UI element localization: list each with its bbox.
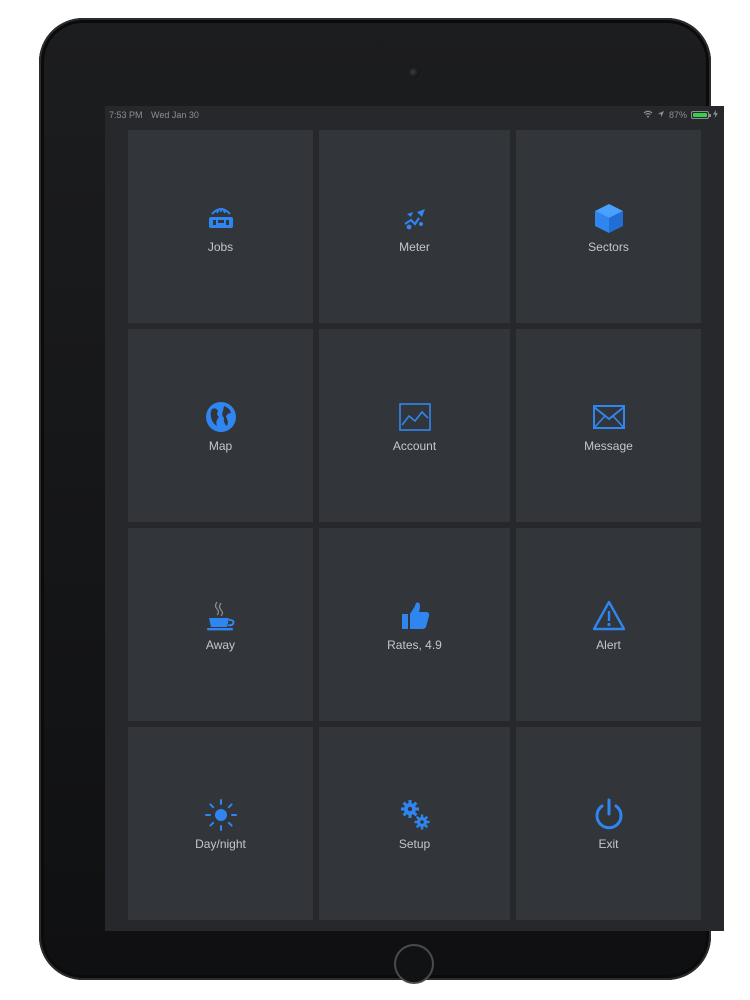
- coffee-cup-icon: [203, 598, 239, 634]
- tile-label: Jobs: [207, 239, 234, 254]
- tile-map[interactable]: Map: [128, 329, 313, 522]
- tile-exit[interactable]: Exit: [516, 727, 701, 920]
- status-right: 87%: [643, 106, 718, 124]
- gears-icon: [397, 797, 433, 833]
- warning-icon: [591, 598, 627, 634]
- battery-icon: [691, 111, 711, 119]
- tablet-device: 7:53 PM Wed Jan 30 87% Jobs Meter Sector…: [39, 18, 724, 984]
- tile-jobs[interactable]: Jobs: [128, 130, 313, 323]
- tile-label: Meter: [399, 239, 430, 254]
- tile-alert[interactable]: Alert: [516, 528, 701, 721]
- tile-label: Away: [205, 637, 236, 652]
- status-date: Wed Jan 30: [151, 110, 199, 120]
- location-arrow-icon: [657, 106, 665, 124]
- status-bar: 7:53 PM Wed Jan 30 87%: [105, 106, 724, 124]
- charging-icon: [713, 106, 718, 124]
- front-camera: [409, 68, 419, 78]
- tile-sectors[interactable]: Sectors: [516, 130, 701, 323]
- home-button[interactable]: [394, 944, 434, 984]
- thumbs-up-icon: [397, 598, 433, 634]
- tile-label: Setup: [398, 836, 431, 851]
- tile-account[interactable]: Account: [319, 329, 510, 522]
- battery-level: [693, 113, 707, 117]
- power-icon: [591, 797, 627, 833]
- battery-percent: 87%: [668, 110, 687, 120]
- wifi-icon: [643, 106, 653, 124]
- tile-message[interactable]: Message: [516, 329, 701, 522]
- tile-label: Message: [584, 438, 633, 453]
- tile-label: Day/night: [195, 836, 246, 851]
- tile-label: Map: [208, 438, 233, 453]
- sun-icon: [203, 797, 239, 833]
- meter-icon: [397, 200, 433, 236]
- tile-label: Alert: [596, 637, 621, 652]
- status-left: 7:53 PM Wed Jan 30: [109, 106, 205, 124]
- tile-label: Sectors: [588, 239, 629, 254]
- chart-icon: [397, 399, 433, 435]
- tile-label: Account: [392, 438, 437, 453]
- tile-setup[interactable]: Setup: [319, 727, 510, 920]
- jobs-icon: [203, 200, 239, 236]
- tile-away[interactable]: Away: [128, 528, 313, 721]
- cube-icon: [591, 200, 627, 236]
- tile-label: Exit: [598, 836, 619, 851]
- envelope-icon: [591, 399, 627, 435]
- tile-label: Rates, 4.9: [387, 637, 442, 652]
- app-screen: 7:53 PM Wed Jan 30 87% Jobs Meter Sector…: [105, 106, 724, 931]
- status-time: 7:53 PM: [109, 110, 143, 120]
- globe-icon: [203, 399, 239, 435]
- tile-day-night[interactable]: Day/night: [128, 727, 313, 920]
- tile-meter[interactable]: Meter: [319, 130, 510, 323]
- tile-rates[interactable]: Rates, 4.9: [319, 528, 510, 721]
